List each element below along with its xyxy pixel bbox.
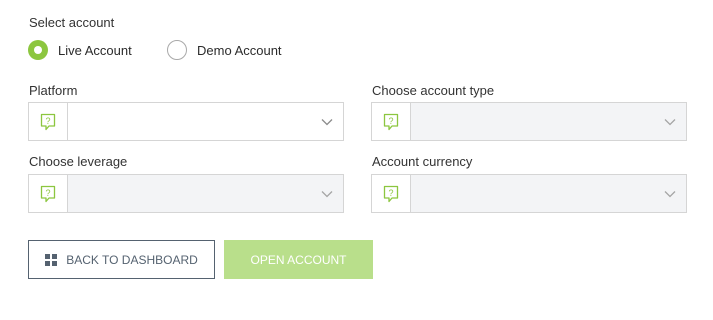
currency-select-value	[411, 175, 686, 212]
open-account-label: OPEN ACCOUNT	[250, 252, 347, 267]
radio-live-account-label: Live Account	[58, 42, 132, 58]
chevron-down-icon	[321, 190, 333, 197]
svg-text:?: ?	[388, 116, 393, 126]
leverage-select[interactable]: ?	[28, 174, 344, 213]
leverage-label: Choose leverage	[29, 154, 128, 169]
back-to-dashboard-button[interactable]: BACK TO DASHBOARD	[28, 240, 215, 279]
svg-text:?: ?	[45, 188, 50, 198]
radio-demo-account[interactable]: Demo Account	[167, 39, 282, 61]
account-type-select[interactable]: ?	[371, 102, 687, 141]
platform-select-value	[68, 103, 343, 140]
platform-label: Platform	[29, 83, 78, 98]
account-type-select-value	[411, 103, 686, 140]
currency-label: Account currency	[372, 154, 473, 169]
radio-demo-account-label: Demo Account	[197, 42, 282, 58]
radio-checked-icon	[28, 40, 48, 60]
svg-text:?: ?	[45, 116, 50, 126]
grid-icon	[45, 253, 58, 266]
chevron-down-icon	[664, 118, 676, 125]
svg-text:?: ?	[388, 188, 393, 198]
select-account-label: Select account	[29, 15, 115, 30]
radio-live-account[interactable]: Live Account	[28, 39, 132, 61]
back-to-dashboard-label: BACK TO DASHBOARD	[66, 252, 198, 267]
currency-select[interactable]: ?	[371, 174, 687, 213]
help-question-icon[interactable]: ?	[29, 175, 68, 212]
platform-select[interactable]: ?	[28, 102, 344, 141]
help-question-icon[interactable]: ?	[372, 175, 411, 212]
help-question-icon[interactable]: ?	[372, 103, 411, 140]
account-type-label: Choose account type	[372, 83, 495, 98]
help-question-icon[interactable]: ?	[29, 103, 68, 140]
chevron-down-icon	[321, 118, 333, 125]
open-account-button[interactable]: OPEN ACCOUNT	[224, 240, 373, 279]
radio-unchecked-icon	[167, 40, 187, 60]
leverage-select-value	[68, 175, 343, 212]
chevron-down-icon	[664, 190, 676, 197]
